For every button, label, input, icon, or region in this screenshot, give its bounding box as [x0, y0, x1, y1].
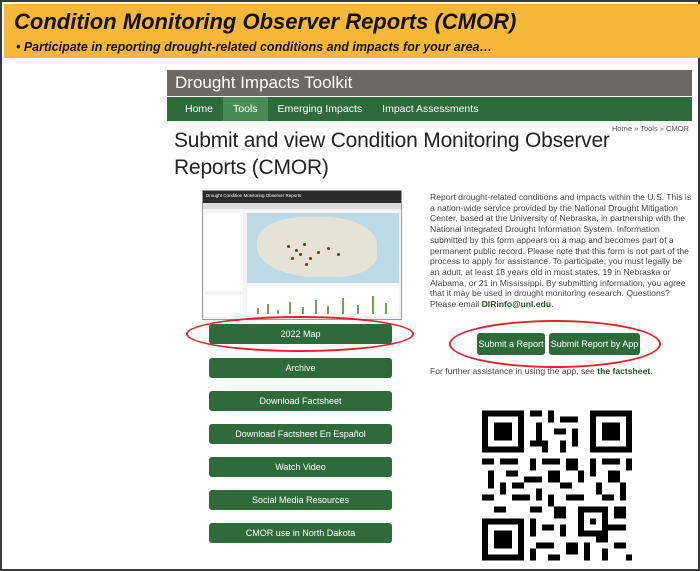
- help-prefix: For further assistance in using the app,…: [430, 366, 598, 376]
- cmor-app-screenshot[interactable]: Drought Condition Monitoring Observer Re…: [202, 190, 402, 320]
- nav-impact-assessments[interactable]: Impact Assessments: [372, 97, 488, 121]
- page-title: Submit and view Condition Monitoring Obs…: [174, 129, 610, 179]
- submit-report-app-button[interactable]: Submit Report by App: [549, 333, 640, 355]
- main-nav: Home Tools Emerging Impacts Impact Asses…: [167, 97, 692, 121]
- nav-home[interactable]: Home: [167, 97, 223, 121]
- description-text: Report drought-related conditions and im…: [430, 192, 692, 310]
- banner-title: Condition Monitoring Observer Reports (C…: [14, 9, 517, 34]
- banner-bullet: • Participate in reporting drought-relat…: [16, 40, 492, 54]
- social-media-button[interactable]: Social Media Resources: [209, 490, 392, 510]
- download-factsheet-espanol-button[interactable]: Download Factsheet En Español: [209, 424, 392, 444]
- description: Report drought-related conditions and im…: [430, 192, 692, 310]
- banner: Condition Monitoring Observer Reports (C…: [4, 4, 700, 58]
- qr-code-icon[interactable]: [482, 409, 632, 562]
- archive-button[interactable]: Archive: [209, 358, 392, 378]
- screenshot-sidebar: [205, 213, 243, 291]
- email-link[interactable]: DIRinfo@unl.edu: [482, 299, 551, 309]
- map-2022-button[interactable]: 2022 Map: [209, 324, 392, 344]
- cmor-north-dakota-button[interactable]: CMOR use in North Dakota: [209, 523, 392, 543]
- screenshot-logo: [205, 295, 243, 317]
- submit-report-button[interactable]: Submit a Report: [477, 333, 545, 355]
- download-factsheet-button[interactable]: Download Factsheet: [209, 391, 392, 411]
- nav-emerging-impacts[interactable]: Emerging Impacts: [268, 97, 373, 121]
- screenshot-toolbar: [203, 203, 401, 209]
- screenshot-map: [247, 213, 399, 283]
- factsheet-link[interactable]: the factsheet: [597, 366, 650, 376]
- screenshot-chart: [247, 286, 399, 316]
- breadcrumb[interactable]: Home » Tools » CMOR: [612, 124, 689, 133]
- toolkit-title: Drought Impacts Toolkit: [167, 70, 692, 96]
- screenshot-header: Drought Condition Monitoring Observer Re…: [203, 191, 401, 203]
- description-suffix: .: [551, 299, 554, 310]
- slide-frame: Condition Monitoring Observer Reports (C…: [0, 0, 700, 571]
- help-suffix: .: [650, 366, 653, 376]
- nav-tools[interactable]: Tools: [223, 97, 268, 121]
- help-text: For further assistance in using the app,…: [430, 366, 653, 376]
- watch-video-button[interactable]: Watch Video: [209, 457, 392, 477]
